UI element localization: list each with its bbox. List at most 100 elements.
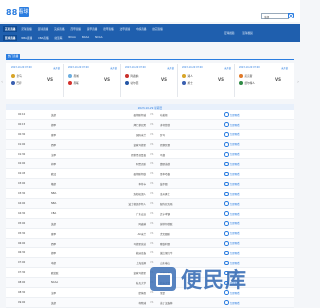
schedule-row[interactable]: 06:00 西甲 马德里竞技 VS 塞维利亚 立即观看 bbox=[6, 238, 294, 249]
nav-item[interactable]: 欧篮联 bbox=[53, 35, 65, 41]
nav-item-football-video[interactable]: 足球视频 bbox=[222, 30, 236, 36]
nav-item[interactable]: 中超直播 bbox=[134, 26, 148, 32]
schedule-row[interactable]: 00:10 英超 曼彻斯特城 VS 布莱顿 立即观看 bbox=[6, 110, 294, 120]
watch-live-link[interactable]: 立即观看 bbox=[224, 161, 240, 167]
watch-live-label: 立即观看 bbox=[229, 182, 240, 186]
schedule-row[interactable]: 00:15 德甲 拜仁慕尼黑 VS 多特蒙德 立即观看 bbox=[6, 119, 294, 130]
league-name: 葡超 bbox=[51, 183, 57, 187]
watch-live-link[interactable]: 立即观看 bbox=[224, 132, 240, 137]
match-time: 2023-10-29 07:00 bbox=[239, 65, 260, 69]
match-time: 2023-10-29 07:00 bbox=[125, 65, 146, 69]
schedule-row[interactable]: 01:30 法甲 巴黎圣日耳曼 VS 马赛 立即观看 bbox=[6, 149, 294, 160]
hot-match-card[interactable]: 2023-10-29 07:00 未开始 尼克斯 凯尔特人 VS bbox=[235, 64, 291, 97]
home-team-name: 曼彻斯特联 bbox=[133, 173, 146, 177]
nav-item[interactable]: NCAA bbox=[66, 35, 77, 41]
away-team-name: 辽宁本钢 bbox=[160, 212, 171, 216]
watch-live-link[interactable]: 立即观看 bbox=[224, 191, 240, 197]
match-time: 03:00 bbox=[18, 182, 26, 186]
watch-live-link[interactable]: 立即观看 bbox=[224, 231, 240, 236]
nav-item[interactable]: 篮球直播 bbox=[36, 26, 50, 32]
away-team: 曼联 bbox=[68, 81, 79, 85]
watch-live-link[interactable]: 立即观看 bbox=[224, 142, 240, 147]
schedule-row[interactable]: 00:30 意甲 国际米兰 VS 罗马 立即观看 bbox=[6, 129, 294, 140]
watch-live-link[interactable]: 立即观看 bbox=[224, 122, 240, 127]
league-name: 德甲 bbox=[51, 123, 57, 127]
play-icon bbox=[224, 151, 229, 157]
hot-match-card[interactable]: 2023-10-29 07:00 未开始 皇马 巴萨 VS bbox=[7, 64, 64, 97]
nav-item[interactable]: NCAA bbox=[80, 35, 91, 41]
watch-live-link[interactable]: 立即观看 bbox=[224, 250, 240, 256]
schedule-row[interactable]: 03:30 NBA 洛杉矶湖人 VS 金州勇士 立即观看 bbox=[6, 189, 294, 200]
nav-item[interactable]: 意甲直播 bbox=[85, 26, 99, 32]
schedule-row[interactable]: 04:30 CBA 广东宏远 VS 辽宁本钢 立即观看 bbox=[6, 208, 294, 219]
nav-item[interactable]: NCAA bbox=[93, 35, 104, 41]
schedule-row[interactable]: 06:30 德甲 勒沃库森 VS 莱比锡红牛 立即观看 bbox=[6, 248, 294, 259]
watch-live-link[interactable]: 立即观看 bbox=[224, 201, 240, 206]
nav-video-links: 足球视频 篮球视频 bbox=[222, 30, 259, 36]
nav-item[interactable]: NBA直播 bbox=[19, 35, 34, 41]
team-logo-icon bbox=[125, 74, 129, 78]
away-team: 巴萨 bbox=[11, 81, 22, 85]
match-time: 08:30 bbox=[18, 291, 26, 295]
vs-label: VS bbox=[104, 77, 110, 82]
team-logo-icon bbox=[68, 81, 72, 85]
nav-item-basketball-video[interactable]: 篮球视频 bbox=[240, 30, 254, 36]
play-icon bbox=[224, 221, 229, 226]
away-team: 凯尔特人 bbox=[239, 81, 255, 85]
nav-item[interactable]: 欧冠直播 bbox=[150, 26, 164, 32]
vs-label: VS bbox=[47, 77, 53, 82]
watch-live-link[interactable]: 立即观看 bbox=[224, 221, 240, 226]
schedule-row[interactable]: 02:45 欧冠 曼彻斯特联 VS 哥本哈根 立即观看 bbox=[6, 169, 294, 180]
watch-live-link[interactable]: 立即观看 bbox=[224, 300, 240, 305]
team-logo-icon bbox=[11, 74, 15, 78]
watch-live-link[interactable]: 立即观看 bbox=[224, 211, 240, 216]
away-team-name: 哥本哈根 bbox=[160, 173, 171, 177]
schedule-row[interactable]: 03:00 葡超 本菲卡 VS 波尔图 立即观看 bbox=[6, 179, 294, 190]
nav-item[interactable]: 英超直播 bbox=[52, 26, 66, 32]
search-button[interactable] bbox=[287, 13, 294, 18]
schedule-row[interactable]: 01:00 西甲 皇家马德里 VS 巴塞罗那 立即观看 bbox=[6, 139, 294, 150]
watermark-logo-icon bbox=[150, 267, 176, 291]
hot-match-card[interactable]: 2023-10-29 07:00 未开始 曼城 曼联 VS bbox=[64, 64, 121, 97]
hot-match-card[interactable]: 2023-10-29 07:00 未开始 湖人 勇士 VS bbox=[178, 64, 235, 97]
play-icon bbox=[224, 211, 229, 216]
carousel-prev-icon[interactable]: ‹ bbox=[0, 79, 4, 85]
watch-live-link[interactable]: 立即观看 bbox=[224, 171, 240, 177]
search-scope-label: 全部 bbox=[264, 15, 270, 19]
nav-item[interactable]: 首页直播 bbox=[3, 26, 18, 32]
vs-label: VS bbox=[150, 152, 154, 156]
nav-item[interactable]: CBA直播 bbox=[36, 35, 51, 41]
nav-item[interactable]: 篮球直播 bbox=[3, 35, 18, 41]
search-icon bbox=[289, 14, 293, 18]
search-input[interactable]: 全部 bbox=[261, 13, 289, 19]
schedule-row[interactable]: 05:30 意甲 AC米兰 VS 尤文图斯 立即观看 bbox=[6, 228, 294, 239]
logo-text: 88 bbox=[6, 7, 18, 17]
schedule-row[interactable]: 02:00 荷甲 阿贾克斯 VS 费耶诺德 立即观看 bbox=[6, 159, 294, 170]
away-team-name: 马赛 bbox=[160, 153, 166, 157]
schedule-row[interactable]: 09:00 英超 利物浦 VS 诺丁汉森林 立即观看 bbox=[6, 297, 294, 308]
home-team-name: 勒沃库森 bbox=[135, 252, 146, 256]
main-nav: 首页直播 足球直播 篮球直播 英超直播 西甲直播 意甲直播 德甲直播 法甲直播 … bbox=[0, 24, 300, 42]
home-team-name: AC米兰 bbox=[137, 232, 146, 236]
home-team-name: 皇家马德里 bbox=[133, 143, 146, 147]
watch-live-label: 立即观看 bbox=[229, 242, 240, 246]
nav-item[interactable]: 法甲直播 bbox=[118, 26, 132, 32]
watch-live-link[interactable]: 立即观看 bbox=[224, 181, 240, 187]
team-name: 阿森纳 bbox=[130, 75, 139, 78]
home-team-name: 阿森纳 bbox=[138, 222, 146, 226]
hot-match-card[interactable]: 2023-10-29 07:00 未开始 阿森纳 切尔西 VS bbox=[121, 64, 178, 97]
site-logo[interactable]: 88 看球 bbox=[6, 7, 29, 17]
carousel-next-icon[interactable]: › bbox=[296, 79, 300, 85]
nav-item[interactable]: 德甲直播 bbox=[101, 26, 115, 32]
away-team-name: 巴塞罗那 bbox=[160, 143, 171, 147]
match-time: 02:00 bbox=[18, 162, 26, 166]
nav-item[interactable]: 西甲直播 bbox=[69, 26, 83, 32]
watch-live-link[interactable]: 立即观看 bbox=[224, 240, 240, 246]
schedule-row[interactable]: 05:00 英超 阿森纳 VS 谢菲尔德联 立即观看 bbox=[6, 218, 294, 229]
league-name: 意甲 bbox=[51, 232, 57, 236]
watch-live-label: 立即观看 bbox=[229, 222, 240, 226]
schedule-row[interactable]: 04:00 NBA 波士顿凯尔特人 VS 纽约尼克斯 立即观看 bbox=[6, 199, 294, 209]
watch-live-link[interactable]: 立即观看 bbox=[224, 151, 240, 157]
nav-item[interactable]: 足球直播 bbox=[19, 26, 33, 32]
watch-live-link[interactable]: 立即观看 bbox=[224, 112, 240, 117]
